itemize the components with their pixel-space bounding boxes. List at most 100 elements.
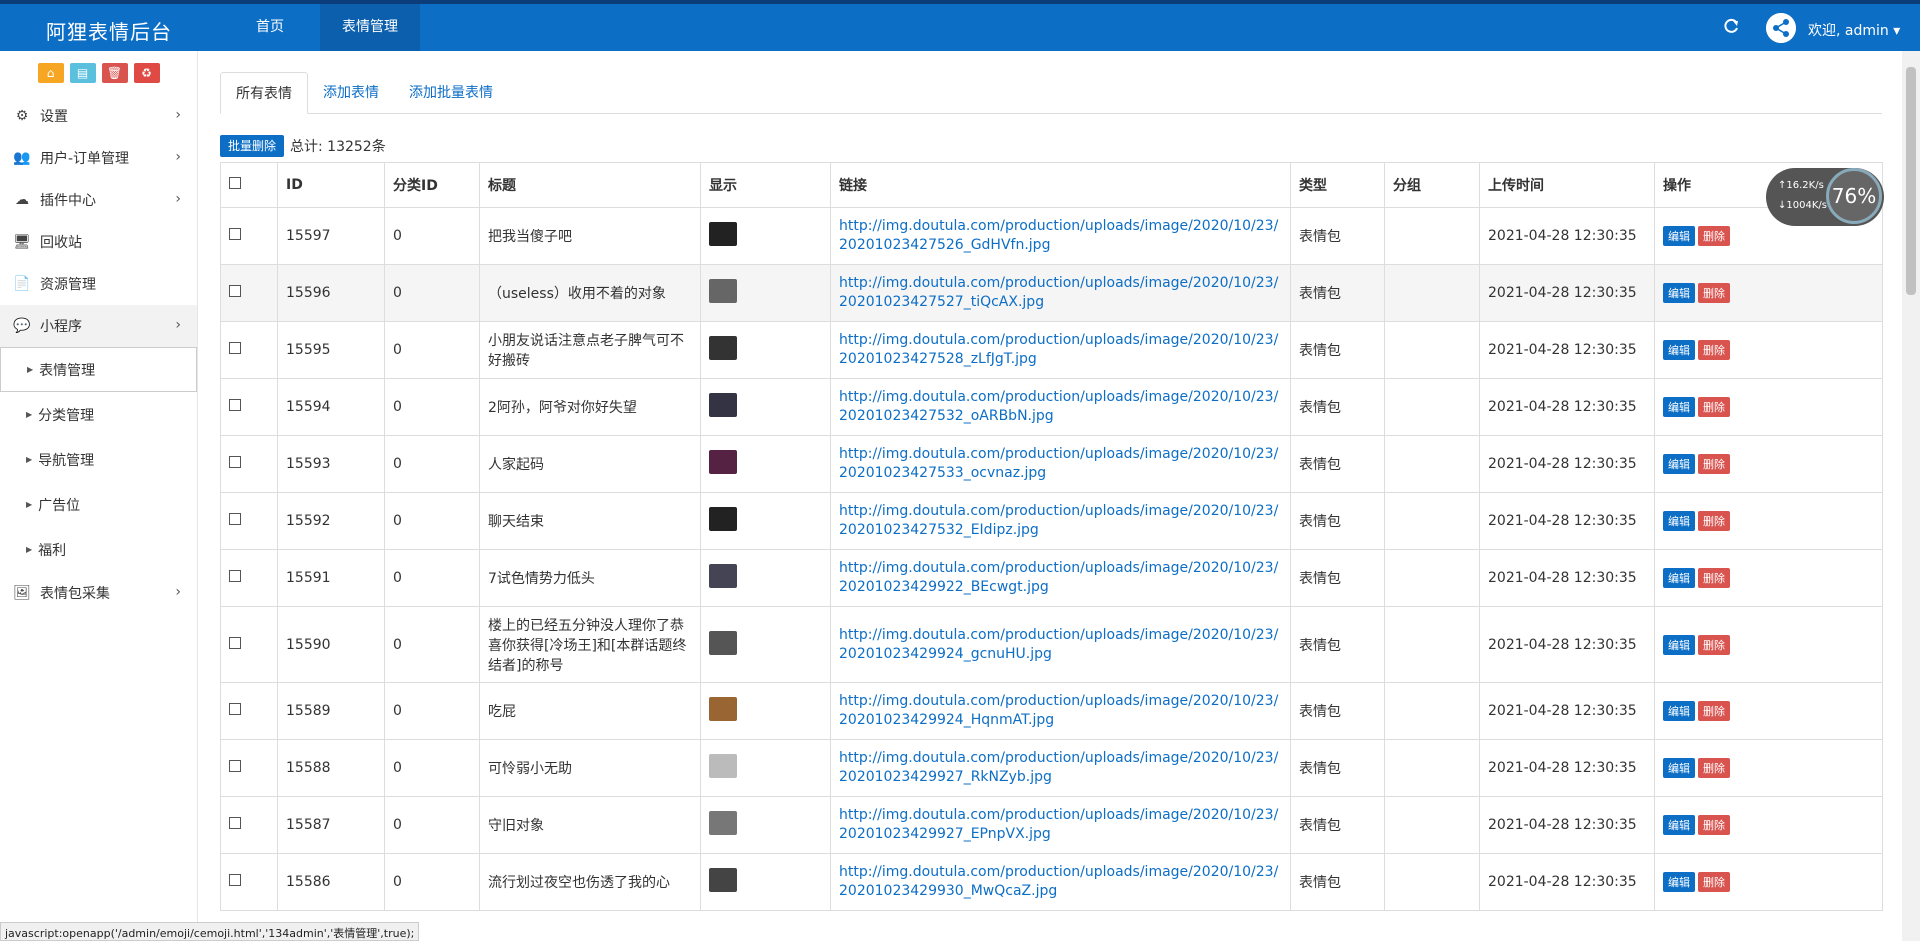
- emoji-link[interactable]: http://img.doutula.com/production/upload…: [839, 217, 1282, 255]
- edit-button[interactable]: 编辑: [1663, 511, 1695, 531]
- chevron-right-icon: ›: [175, 149, 181, 165]
- row-checkbox[interactable]: [229, 817, 241, 829]
- delete-button[interactable]: 删除: [1698, 701, 1730, 721]
- delete-button[interactable]: 删除: [1698, 283, 1730, 303]
- delete-button[interactable]: 删除: [1698, 568, 1730, 588]
- column-header[interactable]: 分类ID: [384, 162, 480, 208]
- edit-button[interactable]: 编辑: [1663, 701, 1695, 721]
- sidebar-item-miniprogram[interactable]: 💬 小程序 ›: [0, 305, 197, 347]
- scrollbar-thumb[interactable]: [1906, 67, 1916, 295]
- emoji-link[interactable]: http://img.doutula.com/production/upload…: [839, 331, 1282, 369]
- delete-button[interactable]: 删除: [1698, 758, 1730, 778]
- row-checkbox[interactable]: [229, 703, 241, 715]
- cell-type: 表情包: [1290, 796, 1385, 854]
- delete-button[interactable]: 删除: [1698, 511, 1730, 531]
- emoji-link[interactable]: http://img.doutula.com/production/upload…: [839, 692, 1282, 730]
- emoji-link[interactable]: http://img.doutula.com/production/upload…: [839, 863, 1282, 901]
- row-checkbox[interactable]: [229, 513, 241, 525]
- file-icon[interactable]: ▤: [69, 63, 96, 83]
- caret-right-icon: ▶: [26, 500, 33, 509]
- delete-button[interactable]: 删除: [1698, 815, 1730, 835]
- cell-group: [1384, 264, 1480, 322]
- cell-id: 15592: [277, 492, 385, 550]
- row-checkbox[interactable]: [229, 636, 241, 649]
- emoji-link[interactable]: http://img.doutula.com/production/upload…: [839, 559, 1282, 597]
- network-speed-widget[interactable]: ↑16.2K/s ↓1004K/s 76%: [1766, 168, 1884, 226]
- row-checkbox[interactable]: [229, 399, 241, 411]
- sidebar-item-label: 回收站: [40, 235, 82, 251]
- emoji-link[interactable]: http://img.doutula.com/production/upload…: [839, 749, 1282, 787]
- sidebar-item-resources[interactable]: 📄 资源管理: [0, 263, 197, 305]
- refresh-icon[interactable]: [1722, 18, 1740, 36]
- delete-button[interactable]: 删除: [1698, 226, 1730, 246]
- tab-add-batch-emoji[interactable]: 添加批量表情: [394, 72, 508, 114]
- edit-button[interactable]: 编辑: [1663, 634, 1695, 655]
- cell-category-id: 0: [384, 739, 480, 797]
- row-checkbox[interactable]: [229, 285, 241, 297]
- edit-button[interactable]: 编辑: [1663, 872, 1695, 892]
- vertical-scrollbar[interactable]: [1902, 51, 1920, 941]
- sidebar-subitem-welfare[interactable]: ▶ 福利: [0, 527, 197, 572]
- emoji-link[interactable]: http://img.doutula.com/production/upload…: [839, 388, 1282, 426]
- trash-icon[interactable]: 🗑: [101, 63, 128, 83]
- tab-all-emoji[interactable]: 所有表情: [220, 72, 308, 114]
- row-checkbox[interactable]: [229, 874, 241, 886]
- edit-button[interactable]: 编辑: [1663, 568, 1695, 588]
- row-checkbox[interactable]: [229, 342, 241, 354]
- home-icon[interactable]: ⌂: [37, 63, 64, 83]
- cell-id: 15587: [277, 796, 385, 854]
- delete-button[interactable]: 删除: [1698, 872, 1730, 892]
- column-header[interactable]: 上传时间: [1479, 162, 1655, 208]
- delete-button[interactable]: 删除: [1698, 634, 1730, 655]
- delete-button[interactable]: 删除: [1698, 397, 1730, 417]
- edit-button[interactable]: 编辑: [1663, 815, 1695, 835]
- emoji-link[interactable]: http://img.doutula.com/production/upload…: [839, 806, 1282, 844]
- emoji-link[interactable]: http://img.doutula.com/production/upload…: [839, 502, 1282, 540]
- emoji-link[interactable]: http://img.doutula.com/production/upload…: [839, 274, 1282, 312]
- delete-button[interactable]: 删除: [1698, 340, 1730, 360]
- sidebar-subitem-category[interactable]: ▶ 分类管理: [0, 392, 197, 437]
- sidebar-item-users-orders[interactable]: 👥 用户-订单管理 ›: [0, 137, 197, 179]
- edit-button[interactable]: 编辑: [1663, 454, 1695, 474]
- select-all-checkbox[interactable]: [229, 177, 241, 189]
- column-header[interactable]: 链接: [830, 162, 1291, 208]
- nav-home[interactable]: 首页: [220, 4, 320, 51]
- sidebar-item-plugins[interactable]: ☁ 插件中心 ›: [0, 179, 197, 221]
- row-checkbox[interactable]: [229, 228, 241, 240]
- emoji-link[interactable]: http://img.doutula.com/production/upload…: [839, 626, 1282, 664]
- sidebar-item-settings[interactable]: ⚙ 设置 ›: [0, 95, 197, 137]
- tab-add-emoji[interactable]: 添加表情: [308, 72, 394, 114]
- sidebar-item-emoji-collect[interactable]: 🖼 表情包采集 ›: [0, 572, 197, 614]
- column-header[interactable]: ID: [277, 162, 385, 208]
- cell-thumbnail: [700, 853, 831, 911]
- user-menu[interactable]: 欢迎, admin ▾: [1808, 20, 1900, 40]
- sidebar-item-recycle-bin[interactable]: 🖥 回收站: [0, 221, 197, 263]
- edit-button[interactable]: 编辑: [1663, 226, 1695, 246]
- avatar-icon[interactable]: [1766, 13, 1796, 43]
- row-checkbox[interactable]: [229, 456, 241, 468]
- cell-upload-time: 2021-04-28 12:30:35: [1479, 492, 1655, 550]
- cell-thumbnail: [700, 264, 831, 322]
- sidebar-subitem-navigation[interactable]: ▶ 导航管理: [0, 437, 197, 482]
- sidebar-subitem-ads[interactable]: ▶ 广告位: [0, 482, 197, 527]
- recycle-icon[interactable]: ♻: [133, 63, 160, 83]
- emoji-thumbnail: [709, 564, 737, 588]
- edit-button[interactable]: 编辑: [1663, 758, 1695, 778]
- edit-button[interactable]: 编辑: [1663, 283, 1695, 303]
- column-header[interactable]: 显示: [700, 162, 831, 208]
- batch-delete-button[interactable]: 批量删除: [220, 135, 285, 157]
- sidebar: ⌂ ▤ 🗑 ♻ ⚙ 设置 › 👥 用户-订单管理 › ☁ 插件中心 › 🖥 回收…: [0, 51, 198, 941]
- column-header[interactable]: 类型: [1290, 162, 1385, 208]
- top-nav: 首页 表情管理: [220, 4, 420, 51]
- row-checkbox[interactable]: [229, 570, 241, 582]
- column-header[interactable]: 分组: [1384, 162, 1480, 208]
- edit-button[interactable]: 编辑: [1663, 397, 1695, 417]
- delete-button[interactable]: 删除: [1698, 454, 1730, 474]
- nav-emoji-management[interactable]: 表情管理: [320, 4, 420, 51]
- row-checkbox[interactable]: [229, 760, 241, 772]
- sidebar-subitem-emoji[interactable]: ▶ 表情管理: [0, 347, 197, 392]
- cell-category-id: 0: [384, 435, 480, 493]
- edit-button[interactable]: 编辑: [1663, 340, 1695, 360]
- column-header[interactable]: 标题: [479, 162, 701, 208]
- emoji-link[interactable]: http://img.doutula.com/production/upload…: [839, 445, 1282, 483]
